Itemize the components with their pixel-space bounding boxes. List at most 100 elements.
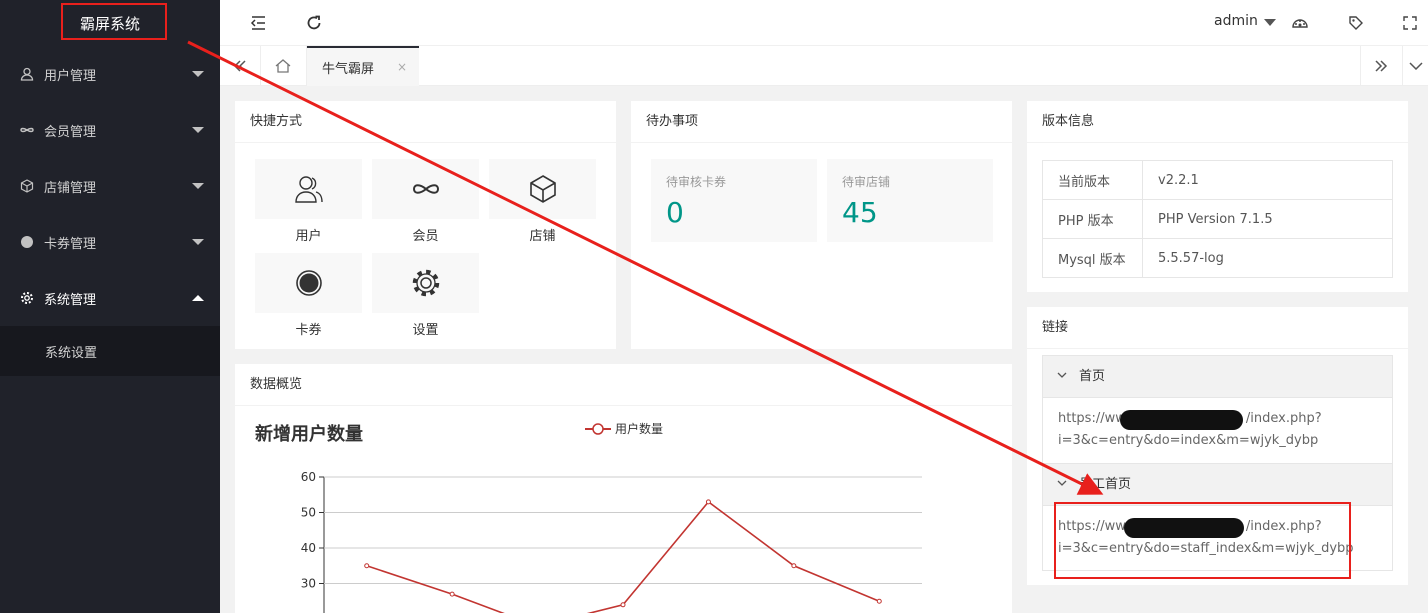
shortcut-label: 设置	[412, 323, 439, 338]
chevron-down-icon	[192, 239, 204, 245]
y-tick-label: 40	[301, 541, 316, 555]
tab-label: 牛气霸屏	[322, 61, 375, 77]
tag-icon[interactable]	[1346, 13, 1366, 33]
todo-label: 待审店铺	[842, 175, 891, 189]
card-title: 待办事项	[631, 101, 1012, 143]
shortcut-users[interactable]	[255, 159, 362, 219]
overview-card: 数据概览 新增用户数量 用户数量 30 40 50 60	[235, 364, 1012, 613]
version-value: v2.2.1	[1142, 160, 1393, 200]
shortcut-label: 用户	[295, 229, 322, 244]
version-table: 当前版本 v2.2.1 PHP 版本 PHP Version 7.1.5 Mys…	[1042, 160, 1393, 278]
collapse-header-home[interactable]: 首页	[1042, 355, 1393, 398]
sidebar-item-label: 系统管理	[44, 292, 97, 308]
menu-collapse-icon[interactable]	[248, 13, 268, 33]
todo-count: 0	[666, 196, 684, 229]
data-point	[364, 563, 370, 569]
sidebar-item-coupons[interactable]: 卡券管理	[0, 214, 220, 270]
gear-icon	[412, 269, 439, 297]
todo-card: 待办事项 待审核卡券 0 待审店铺 45	[631, 101, 1012, 349]
version-key: PHP 版本	[1042, 199, 1143, 239]
theme-palette-icon[interactable]	[1290, 13, 1310, 33]
shortcut-label: 会员	[412, 229, 439, 244]
card-title: 快捷方式	[235, 101, 616, 143]
infinity-icon	[412, 184, 439, 194]
chevron-down-icon	[192, 183, 204, 189]
sidebar-item-system[interactable]: 系统管理	[0, 270, 220, 326]
user-icon	[294, 176, 323, 203]
link-url-prefix[interactable]: https://ww	[1058, 411, 1126, 426]
sidebar-item-users[interactable]: 用户管理	[0, 46, 220, 102]
chevron-down-icon[interactable]	[1264, 19, 1276, 26]
link-url-query[interactable]: i=3&c=entry&do=index&m=wjyk_dybp	[1058, 430, 1377, 452]
collapse-title: 员工首页	[1079, 477, 1132, 492]
circle-icon	[20, 235, 34, 249]
gear-icon	[20, 291, 34, 305]
chevron-up-icon	[192, 295, 204, 301]
shortcut-stores[interactable]	[489, 159, 596, 219]
table-row: Mysql 版本 5.5.57-log	[1042, 238, 1393, 278]
sidebar-subitem-settings[interactable]: 系统设置	[0, 326, 220, 376]
sidebar: 霸屏系统 用户管理 会员管理 店铺管理 卡券管理 系统管理 系统设置	[0, 0, 220, 613]
shortcut-coupons[interactable]	[255, 253, 362, 313]
sidebar-item-stores[interactable]: 店铺管理	[0, 158, 220, 214]
user-icon	[20, 67, 34, 81]
cube-icon	[529, 175, 556, 203]
sidebar-item-label: 店铺管理	[44, 180, 97, 196]
collapse-title: 首页	[1079, 369, 1106, 384]
collapse-body-home: https://ww/index.php? i=3&c=entry&do=ind…	[1042, 398, 1393, 463]
data-point	[449, 591, 455, 597]
table-row: PHP 版本 PHP Version 7.1.5	[1042, 199, 1393, 239]
annotation-highlight-box	[61, 3, 167, 40]
fullscreen-icon[interactable]	[1400, 13, 1420, 33]
annotation-highlight-box	[1054, 502, 1351, 579]
todo-count: 45	[842, 196, 878, 229]
cube-icon	[20, 179, 34, 193]
y-tick-label: 50	[301, 506, 316, 520]
link-url-suffix[interactable]: /index.php?	[1246, 411, 1322, 426]
shortcut-members[interactable]	[372, 159, 479, 219]
table-row: 当前版本 v2.2.1	[1042, 160, 1393, 200]
infinity-icon	[20, 123, 34, 137]
todo-label: 待审核卡券	[666, 175, 727, 189]
y-tick-label: 60	[301, 470, 316, 484]
sidebar-item-label: 会员管理	[44, 124, 97, 140]
chevron-down-icon	[1057, 480, 1067, 486]
user-menu[interactable]: admin	[1214, 13, 1258, 29]
sidebar-subitem-label: 系统设置	[45, 345, 98, 361]
todo-pending-coupons[interactable]: 待审核卡券 0	[651, 159, 817, 242]
chevron-down-icon	[192, 127, 204, 133]
tab-scroll-right-icon[interactable]	[1361, 46, 1401, 86]
data-point	[876, 598, 882, 604]
shortcut-label: 店铺	[529, 229, 556, 244]
home-icon[interactable]	[263, 46, 303, 86]
collapse-header-staff[interactable]: 员工首页	[1042, 463, 1393, 506]
card-title: 链接	[1027, 307, 1408, 349]
series-line	[366, 500, 880, 613]
tab-menu-chevron-icon[interactable]	[1403, 46, 1428, 86]
shortcut-settings[interactable]	[372, 253, 479, 313]
data-point	[620, 602, 626, 608]
sidebar-item-members[interactable]: 会员管理	[0, 102, 220, 158]
version-key: 当前版本	[1042, 160, 1143, 200]
close-icon[interactable]: ×	[397, 60, 407, 74]
shortcut-label: 卡券	[295, 323, 322, 338]
sidebar-item-label: 卡券管理	[44, 236, 97, 252]
circle-icon	[295, 270, 322, 296]
line-chart: 30 40 50 60	[301, 470, 922, 613]
y-tick-label: 30	[301, 577, 316, 591]
chevron-down-icon	[192, 71, 204, 77]
card-title: 版本信息	[1027, 101, 1408, 143]
version-value: 5.5.57-log	[1142, 238, 1393, 278]
todo-pending-stores[interactable]: 待审店铺 45	[827, 159, 993, 242]
version-key: Mysql 版本	[1042, 238, 1143, 278]
top-header: admin	[220, 0, 1428, 46]
tab-bar: 牛气霸屏 ×	[220, 46, 1428, 86]
tab-home[interactable]: 牛气霸屏 ×	[307, 46, 419, 86]
version-value: PHP Version 7.1.5	[1142, 199, 1393, 239]
redaction-mark	[1120, 410, 1243, 430]
sidebar-submenu: 系统设置	[0, 326, 220, 376]
refresh-icon[interactable]	[304, 13, 324, 33]
tab-scroll-left-icon[interactable]	[220, 46, 260, 86]
sidebar-item-label: 用户管理	[44, 68, 97, 84]
version-card: 版本信息 当前版本 v2.2.1 PHP 版本 PHP Version 7.1.…	[1027, 101, 1408, 292]
